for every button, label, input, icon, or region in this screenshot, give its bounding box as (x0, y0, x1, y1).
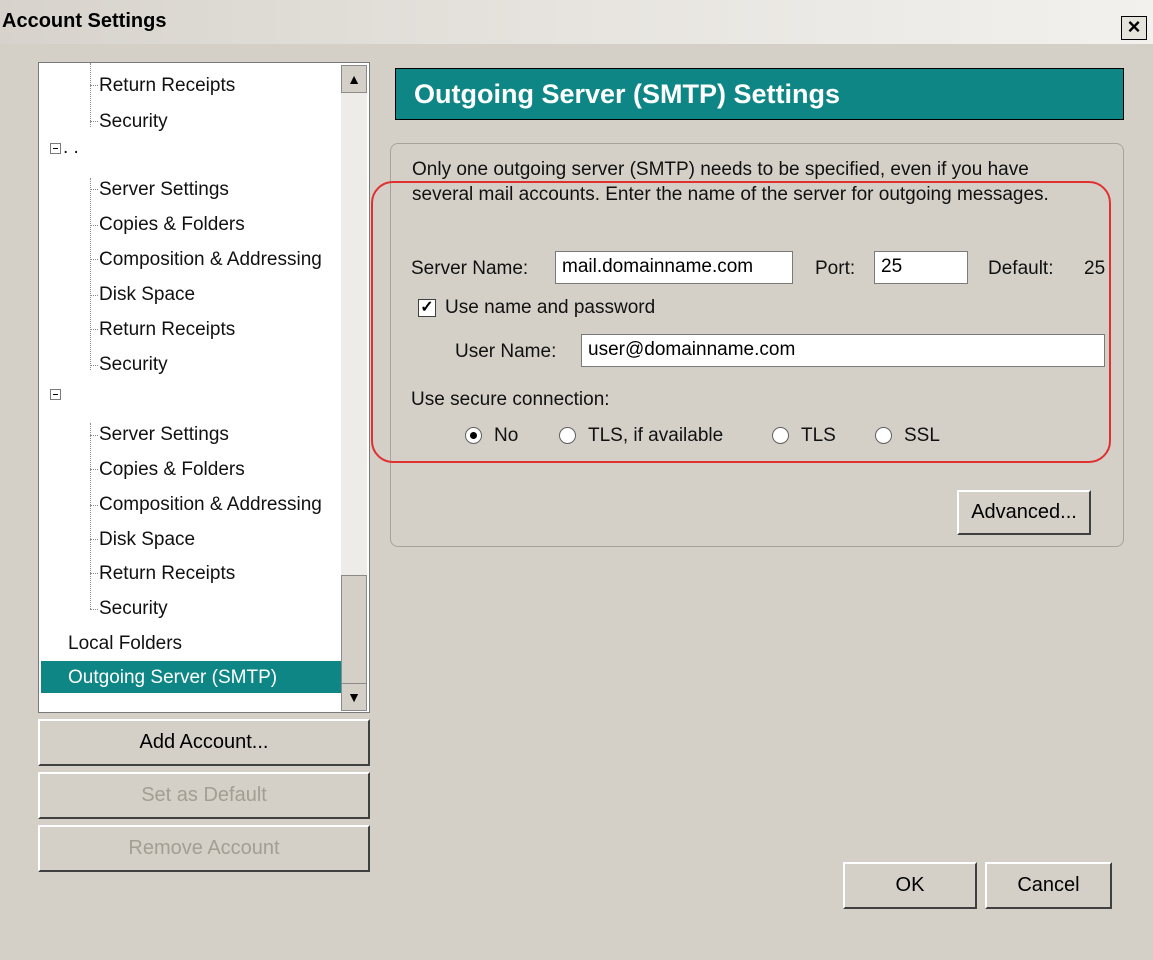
ok-label: OK (895, 874, 925, 896)
tree-item-composition-addressing[interactable]: Composition & Addressing (99, 249, 322, 271)
scroll-down-icon[interactable]: ▼ (341, 683, 367, 711)
tree-item-local-folders[interactable]: Local Folders (68, 633, 182, 655)
set-default-button[interactable]: Set as Default (38, 772, 370, 819)
tree-item-outgoing-server[interactable]: Outgoing Server (SMTP) (68, 667, 277, 689)
cancel-button[interactable]: Cancel (985, 862, 1112, 909)
tree-item-disk-space[interactable]: Disk Space (99, 284, 195, 306)
tree-line (90, 505, 98, 506)
tree-item-copies-folders[interactable]: Copies & Folders (99, 459, 245, 481)
tree-line (90, 121, 98, 122)
tree-item-return-receipts[interactable]: Return Receipts (99, 75, 235, 97)
set-default-label: Set as Default (141, 784, 267, 806)
panel-title: Outgoing Server (SMTP) Settings (414, 79, 841, 109)
tree-line (90, 189, 98, 190)
tree-line (90, 423, 91, 609)
panel-header: Outgoing Server (SMTP) Settings (395, 68, 1124, 120)
tree-line (90, 178, 91, 370)
minus-box-icon[interactable] (50, 143, 61, 154)
advanced-button[interactable]: Advanced... (957, 490, 1091, 535)
tree-line (90, 85, 98, 86)
tree-line (90, 295, 98, 296)
tree-line (90, 573, 98, 574)
annotation-highlight (371, 181, 1111, 463)
account-settings-dialog: Account Settings × Return Receipts Secur… (0, 0, 1153, 960)
tree-item-server-settings[interactable]: Server Settings (99, 179, 229, 201)
tree-line (90, 365, 98, 366)
close-icon[interactable]: × (1121, 16, 1147, 40)
tree-item-security[interactable]: Security (99, 354, 168, 376)
tree-line (90, 609, 98, 610)
tree-item-security[interactable]: Security (99, 111, 168, 133)
tree-line (90, 435, 98, 436)
minus-box-icon[interactable] (50, 389, 61, 400)
scroll-up-icon[interactable]: ▲ (341, 65, 367, 93)
tree-item-composition-addressing[interactable]: Composition & Addressing (99, 494, 322, 516)
tree-item-disk-space[interactable]: Disk Space (99, 529, 195, 551)
ok-button[interactable]: OK (843, 862, 977, 909)
tree-line (90, 329, 98, 330)
tree-line (90, 63, 91, 127)
add-account-label: Add Account... (139, 731, 269, 753)
tree-item-account[interactable]: . . (63, 137, 79, 159)
tree-item-return-receipts[interactable]: Return Receipts (99, 319, 235, 341)
tree-item-server-settings[interactable]: Server Settings (99, 424, 229, 446)
add-account-button[interactable]: Add Account... (38, 719, 370, 766)
tree-line (90, 469, 98, 470)
tree-line (90, 225, 98, 226)
advanced-label: Advanced... (971, 501, 1077, 523)
title-bar: Account Settings × (0, 0, 1153, 44)
tree-scrollbar[interactable]: ▲ ▼ (341, 65, 367, 711)
remove-account-button[interactable]: Remove Account (38, 825, 370, 872)
tree-item-security[interactable]: Security (99, 598, 168, 620)
window-title: Account Settings (2, 10, 167, 32)
remove-account-label: Remove Account (128, 837, 280, 859)
tree-item-copies-folders[interactable]: Copies & Folders (99, 214, 245, 236)
tree-line (90, 259, 98, 260)
tree-line (90, 539, 98, 540)
account-tree: Return Receipts Security . . Server Sett… (38, 62, 370, 713)
tree-item-return-receipts[interactable]: Return Receipts (99, 563, 235, 585)
intro-text-line1: Only one outgoing server (SMTP) needs to… (412, 159, 1029, 180)
cancel-label: Cancel (1017, 874, 1080, 896)
